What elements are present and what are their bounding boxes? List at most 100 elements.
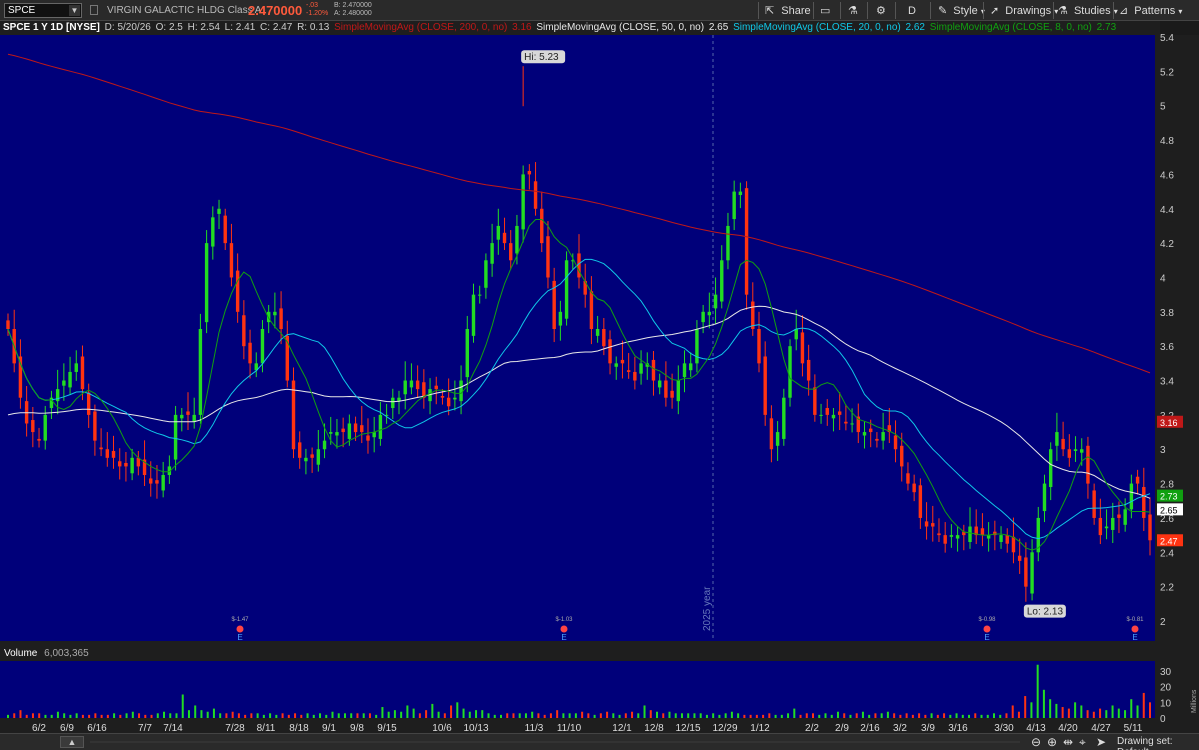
link-icon[interactable]	[90, 5, 98, 15]
candle-body	[260, 329, 265, 364]
candle-body	[366, 435, 370, 441]
volume-bar	[674, 713, 677, 718]
volume-bar	[593, 714, 596, 718]
volume-bar	[643, 705, 646, 718]
volume-bar	[943, 713, 946, 718]
volume-bar	[774, 714, 777, 718]
volume-bar	[893, 713, 896, 718]
pointer-icon[interactable]: ➤	[1096, 735, 1106, 749]
monitor-button[interactable]: ▭	[820, 3, 830, 19]
volume-bar	[936, 714, 939, 718]
candle-body	[589, 291, 594, 329]
volume-bar	[56, 711, 59, 718]
volume-bar	[31, 713, 34, 718]
flask-button[interactable]: ⚗	[848, 3, 858, 19]
style-button[interactable]: ✎ Style ▾	[938, 3, 985, 19]
candle-body	[502, 232, 507, 244]
symbol-input[interactable]: SPCE ▼	[4, 3, 82, 18]
volume-bar	[163, 711, 166, 718]
candle-body	[893, 435, 898, 450]
volume-label: Volume	[4, 648, 38, 659]
volume-bar	[637, 713, 640, 718]
volume-bar	[1049, 699, 1052, 718]
time-axis-label: 4/20	[1058, 723, 1078, 733]
scrollbar[interactable]	[90, 741, 1020, 743]
candle-body	[1067, 449, 1072, 458]
time-axis-label: 2/9	[835, 723, 849, 733]
gear-icon: ⚙	[876, 5, 886, 17]
candle-body	[713, 294, 718, 309]
scroll-up-button[interactable]: ▲	[60, 736, 84, 748]
candle-body	[1117, 514, 1121, 518]
patterns-button[interactable]: ⊿ Patterns ▾	[1119, 3, 1182, 19]
volume-bar	[599, 713, 602, 718]
volume-bar	[649, 710, 652, 718]
share-button[interactable]: ⇱ Share	[765, 3, 811, 19]
volume-bar	[506, 713, 509, 718]
candle-body	[31, 420, 35, 433]
candle-body	[111, 450, 116, 458]
candle-body	[1030, 552, 1034, 594]
time-axis-label: 9/8	[350, 723, 364, 733]
candle-body	[310, 454, 314, 458]
candle-body	[415, 380, 420, 390]
volume-bar	[705, 714, 708, 718]
chart-area[interactable]: 5.45.254.84.64.44.243.83.63.43.232.82.62…	[0, 21, 1199, 750]
zoom-in-icon[interactable]: ⊕	[1047, 735, 1057, 749]
candle-body	[875, 438, 879, 441]
candle-body	[1135, 476, 1140, 484]
net-change-pct: -1.20%	[306, 10, 329, 17]
volume-bar	[225, 713, 228, 718]
volume-bar	[343, 713, 346, 718]
time-axis-label: 3/16	[948, 723, 968, 733]
time-axis-label: 9/1	[322, 723, 336, 733]
candle-body	[360, 425, 364, 433]
volume-bar	[955, 713, 958, 718]
volume-bar	[1017, 711, 1020, 718]
candle-body	[124, 462, 128, 467]
volume-bar	[537, 713, 540, 718]
style-icon: ✎	[938, 5, 948, 17]
volume-bar	[269, 713, 272, 718]
volume-bar	[699, 713, 702, 718]
drawing-set-label[interactable]: Drawing set: Default	[1117, 736, 1199, 750]
volume-bar	[918, 713, 921, 718]
candle-body	[968, 526, 972, 542]
price-tick-label: 3.6	[1160, 342, 1174, 353]
chevron-down-icon[interactable]: ▼	[69, 5, 80, 16]
volume-bar	[475, 710, 478, 718]
candle-body	[1086, 445, 1090, 484]
last-price: 2.470000	[248, 3, 303, 18]
volume-bar	[350, 713, 353, 718]
volume-bar	[574, 713, 577, 718]
volume-bar	[1030, 702, 1033, 718]
volume-bar	[13, 713, 16, 718]
price-chart[interactable]: 5.45.254.84.64.44.243.83.63.43.232.82.62…	[0, 21, 1199, 733]
time-axis-label: 10/13	[463, 723, 488, 733]
toolbar-divider	[840, 2, 841, 19]
candle-body	[1055, 432, 1059, 446]
candle-body	[1123, 509, 1127, 525]
volume-bar	[899, 714, 902, 718]
candle-body	[1061, 438, 1065, 450]
zoom-out-icon[interactable]: ⊖	[1031, 735, 1041, 749]
volume-bar	[499, 714, 502, 718]
drawings-button[interactable]: ➚ Drawings ▾	[990, 3, 1058, 19]
volume-bar	[724, 713, 727, 718]
candle-body	[900, 445, 904, 467]
pan-icon[interactable]: ⇹	[1063, 735, 1073, 749]
candle-body	[62, 380, 66, 386]
volume-bar	[787, 713, 790, 718]
studies-button[interactable]: ⚗ Studies ▾	[1058, 3, 1118, 19]
candle-body	[471, 294, 476, 336]
candle-body	[372, 432, 376, 438]
candle-body	[918, 485, 923, 518]
settings-button[interactable]: ⚙	[876, 3, 886, 19]
volume-bar	[450, 705, 453, 718]
crosshair-icon[interactable]: ⌖	[1079, 735, 1086, 749]
volume-bar	[125, 713, 128, 718]
volume-bar	[562, 713, 565, 718]
volume-bar	[425, 710, 428, 718]
period-button[interactable]: D	[908, 3, 916, 19]
volume-bar	[880, 713, 883, 718]
